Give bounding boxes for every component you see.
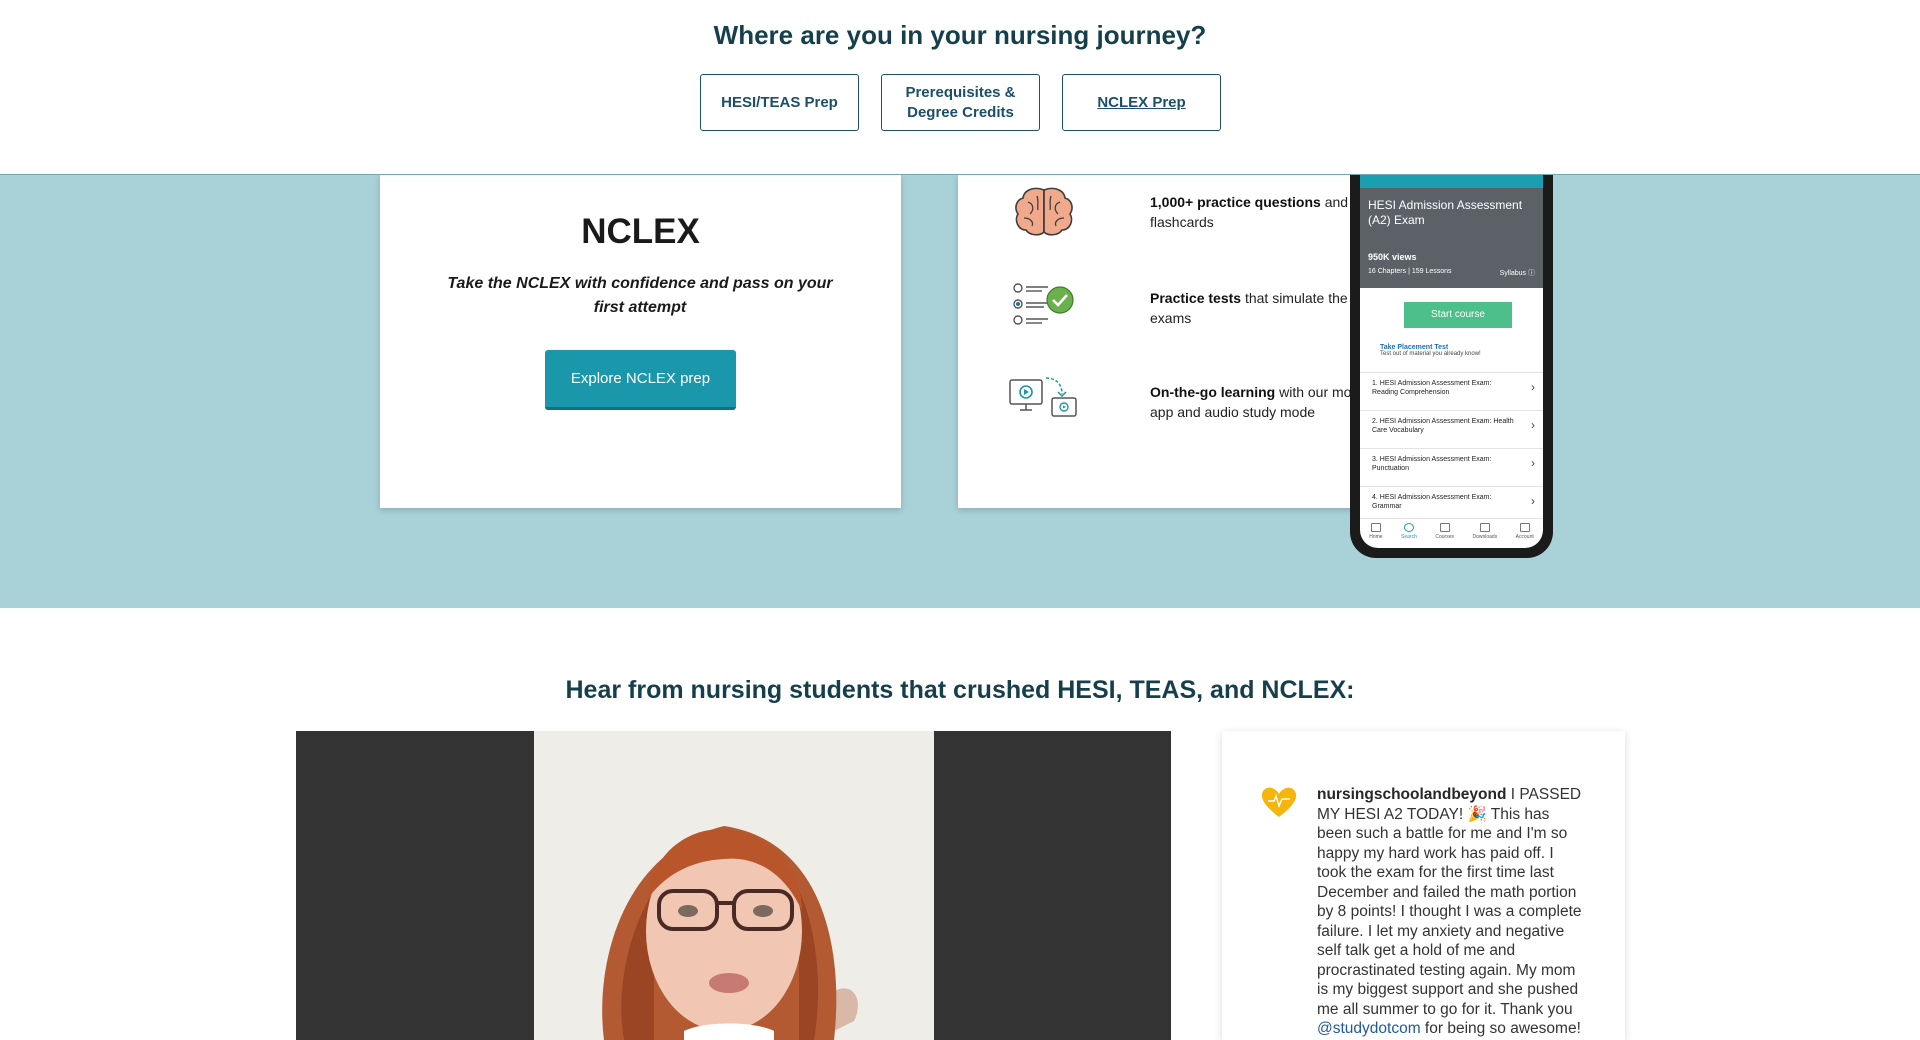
- course-hero: HESI Admission Assessment (A2) Exam 950K…: [1360, 188, 1543, 288]
- nclex-prep-label: NCLEX Prep: [1097, 93, 1186, 111]
- instagram-mention[interactable]: @studydotcom: [1317, 1020, 1421, 1037]
- checklist-icon: [1013, 283, 1074, 325]
- nav-label: Courses: [1435, 534, 1454, 540]
- feature-item: 1,000+ practice questions and flashcards: [1008, 184, 1348, 244]
- instagram-text-part-1: I PASSED MY HESI A2 TODAY! 🎉 This has be…: [1317, 786, 1582, 1018]
- nclex-title: NCLEX: [581, 212, 700, 251]
- nav-downloads[interactable]: Downloads: [1472, 523, 1497, 548]
- feature-item: On-the-go learning with our mobile app a…: [1008, 374, 1373, 434]
- testimonials-title: Hear from nursing students that crushed …: [565, 676, 1355, 704]
- nclex-prep-button[interactable]: NCLEX Prep: [1062, 74, 1221, 131]
- lesson-item[interactable]: 2. HESI Admission Assessment Exam: Healt…: [1360, 410, 1543, 448]
- phone-bottom-nav: Home Search Courses Downloads Account: [1360, 518, 1543, 548]
- nav-label: Downloads: [1472, 534, 1498, 540]
- chevron-right-icon: ›: [1531, 494, 1535, 508]
- hesi-teas-prep-label: HESI/TEAS Prep: [721, 93, 838, 111]
- phone-screen: HESI Admission Assessment (A2) Exam 950K…: [1360, 174, 1543, 548]
- nav-account[interactable]: Account: [1516, 523, 1534, 548]
- course-title: HESI Admission Assessment (A2) Exam: [1368, 198, 1523, 227]
- courses-icon: [1439, 523, 1450, 532]
- journey-header: Where are you in your nursing journey? H…: [0, 0, 1920, 175]
- feature-bold: 1,000+ practice questions: [1150, 194, 1321, 210]
- nclex-card: NCLEX Take the NCLEX with confidence and…: [380, 174, 901, 508]
- phone-mockup: HESI Admission Assessment (A2) Exam 950K…: [1350, 174, 1553, 558]
- nav-home[interactable]: Home: [1369, 523, 1383, 548]
- nav-label: Search: [1401, 534, 1417, 540]
- lesson-item[interactable]: 1. HESI Admission Assessment Exam: Readi…: [1360, 372, 1543, 410]
- video-frame: [534, 731, 934, 1040]
- syllabus-link[interactable]: Syllabus ⓘ: [1500, 268, 1535, 278]
- search-icon: [1403, 523, 1414, 532]
- instagram-username[interactable]: nursingschoolandbeyond: [1317, 786, 1506, 803]
- instagram-post-text: nursingschoolandbeyond I PASSED MY HESI …: [1317, 785, 1587, 1039]
- home-icon: [1370, 523, 1381, 532]
- phone-top-bar: [1360, 174, 1543, 188]
- course-views: 950K views: [1368, 252, 1417, 262]
- devices-icon: [1009, 377, 1077, 417]
- lesson-label: 3. HESI Admission Assessment Exam: Punct…: [1372, 456, 1492, 472]
- lesson-list: 1. HESI Admission Assessment Exam: Readi…: [1360, 372, 1543, 524]
- explore-nclex-button[interactable]: Explore NCLEX prep: [545, 350, 736, 410]
- video-thumbnail-person: [534, 731, 934, 1040]
- nclex-tagline: Take the NCLEX with confidence and pass …: [447, 275, 833, 316]
- nav-label: Account: [1515, 534, 1534, 540]
- hesi-teas-prep-button[interactable]: HESI/TEAS Prep: [700, 74, 859, 131]
- journey-title: Where are you in your nursing journey?: [713, 20, 1207, 50]
- nav-search[interactable]: Search: [1401, 523, 1417, 548]
- chevron-right-icon: ›: [1531, 380, 1535, 394]
- prerequisites-label: Prerequisites & Degree Credits: [905, 83, 1016, 121]
- placement-sub: Test out of material you already know!: [1380, 351, 1481, 357]
- placement-title: Take Placement Test: [1380, 344, 1449, 351]
- lesson-label: 1. HESI Admission Assessment Exam: Readi…: [1372, 380, 1492, 396]
- feature-bold: On-the-go learning: [1150, 384, 1276, 400]
- nav-label: Home: [1369, 534, 1383, 540]
- instagram-text-part-2: for being so awesome!: [1420, 1020, 1581, 1037]
- course-meta: 16 Chapters | 159 Lessons: [1368, 268, 1452, 275]
- feature-bold: Practice tests: [1150, 290, 1242, 306]
- chevron-right-icon: ›: [1531, 456, 1535, 470]
- chevron-right-icon: ›: [1531, 418, 1535, 432]
- lesson-label: 4. HESI Admission Assessment Exam: Gramm…: [1372, 494, 1492, 510]
- feature-item: Practice tests that simulate the exams: [1008, 280, 1348, 340]
- nav-courses[interactable]: Courses: [1435, 523, 1454, 548]
- instagram-testimonial-card: nursingschoolandbeyond I PASSED MY HESI …: [1222, 731, 1625, 1040]
- download-icon: [1479, 523, 1490, 532]
- start-course-button[interactable]: Start course: [1404, 302, 1512, 328]
- brain-icon: [1015, 187, 1073, 236]
- lesson-label: 2. HESI Admission Assessment Exam: Healt…: [1372, 418, 1514, 434]
- testimonial-video[interactable]: [296, 731, 1171, 1040]
- lesson-item[interactable]: 3. HESI Admission Assessment Exam: Punct…: [1360, 448, 1543, 486]
- heart-avatar-icon: [1261, 787, 1297, 817]
- account-icon: [1519, 523, 1530, 532]
- placement-test-link[interactable]: Take Placement Test Test out of material…: [1380, 344, 1530, 357]
- features-card: 1,000+ practice questions and flashcards…: [958, 174, 1373, 508]
- prerequisites-button[interactable]: Prerequisites & Degree Credits: [881, 74, 1040, 131]
